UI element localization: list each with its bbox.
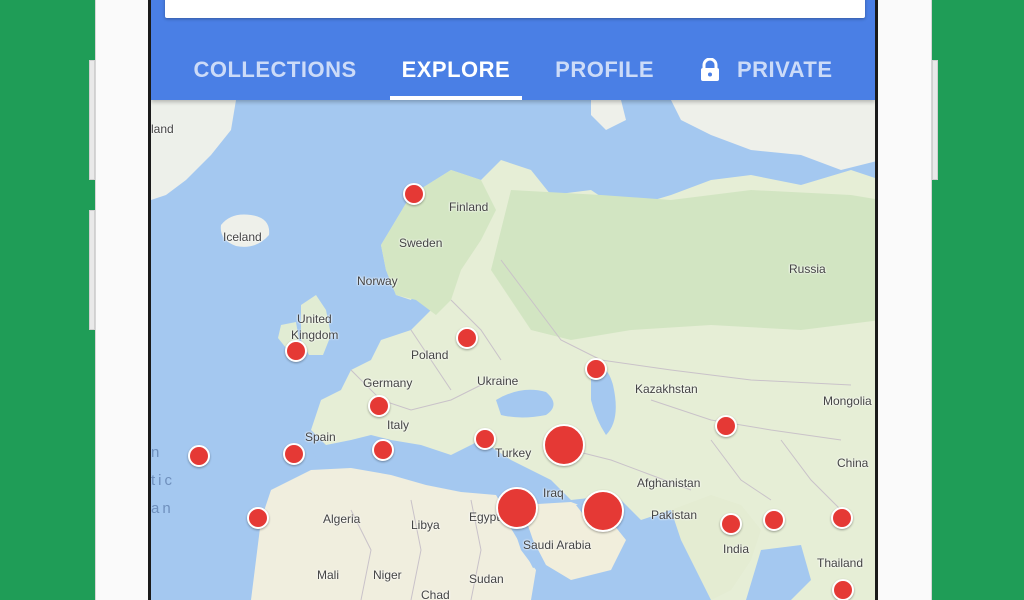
map-label-pakistan: Pakistan (651, 508, 698, 522)
map-label-china: China (837, 456, 869, 470)
map-label-afghanistan: Afghanistan (637, 476, 701, 490)
map-marker[interactable] (763, 509, 785, 531)
app-bar: COLLECTIONS EXPLORE PROFILE PRIVATE (151, 0, 875, 100)
map-marker-large[interactable] (582, 490, 624, 532)
phone-power-button (932, 60, 938, 180)
map-label-iceland: Iceland (223, 230, 262, 244)
phone-screen: COLLECTIONS EXPLORE PROFILE PRIVATE land… (148, 0, 878, 600)
map-label-libya: Libya (411, 518, 440, 532)
map-marker[interactable] (188, 445, 210, 467)
map-label-india: India (723, 542, 750, 556)
tab-label: COLLECTIONS (193, 57, 357, 82)
tab-profile[interactable]: PROFILE (543, 40, 666, 100)
map-label-finland: Finland (449, 200, 489, 214)
map-label-ocean-part-1: n (151, 444, 163, 461)
lock-icon (700, 58, 719, 81)
map-label-sweden: Sweden (399, 236, 443, 250)
map-marker-large[interactable] (496, 487, 538, 529)
phone-volume-button (89, 210, 95, 330)
map-marker[interactable] (715, 415, 737, 437)
map-label-mali: Mali (317, 568, 340, 582)
map-label-ocean-part-2: tic (151, 472, 175, 489)
map-label-niger: Niger (373, 568, 402, 582)
map-label-iraq: Iraq (543, 486, 564, 500)
map-marker[interactable] (474, 428, 496, 450)
map-label-germany: Germany (363, 376, 413, 390)
map-label-italy: Italy (387, 418, 410, 432)
tab-bar: COLLECTIONS EXPLORE PROFILE PRIVATE (151, 40, 875, 100)
map-marker[interactable] (720, 513, 742, 535)
map-label-chad: Chad (421, 588, 450, 600)
background-panel-left (0, 0, 95, 600)
search-bar[interactable] (165, 0, 865, 18)
map-label-kazakhstan: Kazakhstan (635, 382, 698, 396)
map-label-turkey: Turkey (495, 446, 532, 460)
map-marker[interactable] (283, 443, 305, 465)
map-marker[interactable] (368, 395, 390, 417)
map-label-spain: Spain (305, 430, 336, 444)
map-marker[interactable] (456, 327, 478, 349)
tab-collections[interactable]: COLLECTIONS (181, 40, 368, 100)
tab-explore[interactable]: EXPLORE (389, 40, 523, 100)
map-label-united: United (297, 312, 332, 326)
map-label-land: land (151, 122, 174, 136)
map-label-poland: Poland (411, 348, 449, 362)
map-label-algeria: Algeria (323, 512, 361, 526)
map-marker[interactable] (372, 439, 394, 461)
map-label-ocean-part-3: an (151, 500, 174, 517)
map-marker[interactable] (285, 340, 307, 362)
map-label-sudan: Sudan (469, 572, 504, 586)
phone-frame: COLLECTIONS EXPLORE PROFILE PRIVATE land… (89, 0, 938, 600)
map-marker[interactable] (403, 183, 425, 205)
map-marker[interactable] (247, 507, 269, 529)
tab-label: PROFILE (555, 57, 654, 82)
map-label-russia: Russia (789, 262, 826, 276)
map-label-saudi-arabia: Saudi Arabia (523, 538, 592, 552)
map-label-ukraine: Ukraine (477, 374, 519, 388)
map-marker-large[interactable] (543, 424, 585, 466)
map-label-norway: Norway (357, 274, 398, 288)
map-marker[interactable] (832, 579, 854, 600)
map-label-mongolia: Mongolia (823, 394, 872, 408)
map-marker[interactable] (831, 507, 853, 529)
map-label-thailand: Thailand (817, 556, 864, 570)
map-marker[interactable] (585, 358, 607, 380)
tab-private[interactable]: PRIVATE (687, 40, 845, 100)
map-label-egypt: Egypt (469, 510, 500, 524)
world-map[interactable]: land Finland Iceland Sweden Norway Russi… (151, 100, 875, 600)
background-panel-right (932, 0, 1024, 600)
tab-label: EXPLORE (401, 57, 511, 82)
phone-volume-button (89, 60, 95, 180)
tab-label: PRIVATE (736, 57, 833, 82)
